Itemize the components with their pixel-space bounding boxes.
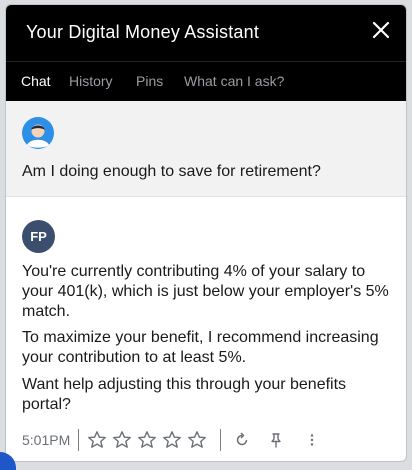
more-vertical-icon[interactable] [303, 431, 321, 449]
tab-history[interactable]: History [69, 73, 113, 89]
assistant-paragraph: You're currently contributing 4% of your… [22, 263, 389, 320]
assistant-paragraph: Want help adjusting this through your be… [22, 376, 347, 413]
panel-title: Your Digital Money Assistant [26, 22, 260, 42]
star-icon[interactable] [87, 430, 107, 450]
tab-pins[interactable]: Pins [136, 73, 163, 89]
star-icon[interactable] [112, 430, 132, 450]
tab-bar: Chat History Pins What can I ask? [6, 61, 406, 102]
user-avatar-icon [22, 117, 54, 149]
assistant-panel: Your Digital Money Assistant Chat Histor… [5, 4, 407, 462]
star-icon[interactable] [187, 430, 207, 450]
tab-what-can-i-ask[interactable]: What can I ask? [184, 73, 284, 89]
panel-header: Your Digital Money Assistant [6, 5, 406, 61]
assistant-avatar: FP [22, 220, 55, 253]
user-message: Am I doing enough to save for retirement… [6, 101, 406, 197]
divider [220, 429, 222, 451]
pin-icon[interactable] [267, 431, 285, 449]
close-icon[interactable] [368, 17, 394, 43]
star-icon[interactable] [137, 430, 157, 450]
divider [78, 429, 80, 451]
refresh-icon[interactable] [233, 431, 251, 449]
star-icon[interactable] [162, 430, 182, 450]
tab-chat[interactable]: Chat [21, 73, 51, 89]
message-footer: 5:01PM [22, 429, 392, 451]
message-timestamp: 5:01PM [22, 432, 71, 448]
user-message-text: Am I doing enough to save for retirement… [22, 163, 321, 180]
assistant-paragraph: To maximize your benefit, I recommend in… [22, 329, 379, 366]
